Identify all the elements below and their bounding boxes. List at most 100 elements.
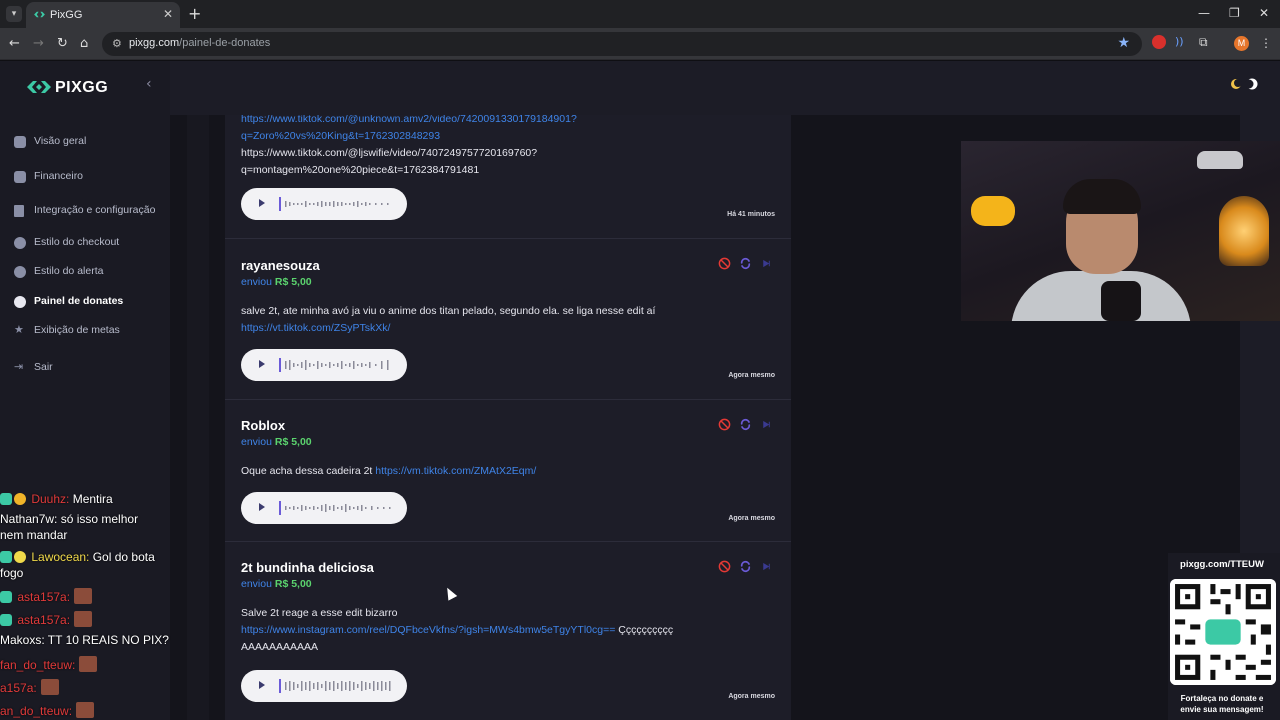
- donation-link[interactable]: https://vm.tiktok.com/ZMAtX2Eqm/: [375, 465, 536, 477]
- donation-amount-line: enviou R$ 5,00: [241, 578, 312, 590]
- chat-badge-icon: [14, 493, 26, 505]
- sidebar-item-estilo-alerta[interactable]: Estilo do alerta: [14, 263, 164, 283]
- skip-icon[interactable]: [760, 257, 773, 270]
- block-icon[interactable]: [718, 257, 731, 270]
- donation-link[interactable]: https://www.tiktok.com/@unknown.amv2/vid…: [241, 115, 577, 125]
- forward-icon[interactable]: →: [33, 36, 44, 51]
- chat-text: só isso melhor: [57, 512, 139, 526]
- audio-waveform[interactable]: [279, 500, 395, 516]
- sidebar-item-label: Integração e configuração: [34, 204, 156, 216]
- donation-link[interactable]: q=Zoro%20vs%20King&t=1762302848293: [241, 130, 440, 142]
- microphone: [1101, 281, 1141, 321]
- palette-icon: [14, 237, 26, 249]
- chat-message: nem mandar: [0, 528, 67, 542]
- sidebar-item-painel-donates[interactable]: Painel de donates: [14, 293, 164, 313]
- shelf-car-model: [1197, 151, 1243, 169]
- block-icon[interactable]: [718, 418, 731, 431]
- url-field[interactable]: ⚙ pixgg.com/painel-de-donates ★: [102, 32, 1142, 56]
- webcam-lamp-left: [971, 196, 1015, 226]
- audio-waveform[interactable]: [279, 678, 395, 694]
- audio-player[interactable]: [241, 349, 407, 381]
- block-icon[interactable]: [718, 560, 731, 573]
- sidebar-item-financeiro[interactable]: Financeiro: [14, 168, 164, 188]
- reload-icon[interactable]: ↻: [57, 36, 68, 51]
- minimize-icon[interactable]: —: [1198, 6, 1210, 20]
- restore-icon[interactable]: ❐: [1229, 6, 1240, 20]
- audio-waveform[interactable]: [279, 357, 395, 373]
- donor-name: rayanesouza: [241, 258, 320, 273]
- theme-toggle-icon[interactable]: [1230, 77, 1258, 91]
- chat-text: Mentira: [69, 492, 113, 506]
- donation-message: https://www.tiktok.com/@unknown.amv2/vid…: [241, 115, 741, 179]
- donations-feed[interactable]: https://www.tiktok.com/@unknown.amv2/vid…: [225, 115, 791, 720]
- skip-icon[interactable]: [760, 418, 773, 431]
- play-icon[interactable]: [259, 681, 265, 689]
- settings-icon: [14, 205, 24, 217]
- top-bar: [170, 61, 1280, 115]
- donation-actions: [718, 560, 778, 574]
- play-icon[interactable]: [259, 503, 265, 511]
- audio-player[interactable]: [241, 670, 407, 702]
- chat-username: Duuhz:: [31, 492, 70, 506]
- donation-actions: [718, 257, 778, 271]
- sidebar-item-label: Financeiro: [34, 170, 84, 182]
- donation-message: Salve 2t reage a esse edit bizarro https…: [241, 605, 751, 656]
- replay-icon[interactable]: [739, 560, 752, 573]
- logo-text: PIXGG: [55, 79, 109, 96]
- donation-text: q=montagem%20one%20piece&t=1762384791481: [241, 164, 480, 176]
- address-bar-row: ← → ↻ ⌂ ⚙ pixgg.com/painel-de-donates ★: [0, 28, 1280, 60]
- qr-donate-panel: pixgg.com/TTEUW Fortaleça no donate e en…: [1168, 553, 1280, 720]
- browser-menu-icon[interactable]: ⋮: [1260, 36, 1272, 50]
- donation-actions: [718, 418, 778, 432]
- skip-icon[interactable]: [760, 560, 773, 573]
- chat-text: fogo: [0, 566, 24, 580]
- donation-time: Há 41 minutos: [727, 211, 775, 218]
- donation-amount: R$ 5,00: [274, 436, 312, 448]
- donation-link[interactable]: https://www.instagram.com/reel/DQFbceVkf…: [241, 624, 615, 636]
- donation-card: 2t bundinha deliciosa enviou R$ 5,00 Sal…: [225, 542, 791, 720]
- donation-link[interactable]: https://vt.tiktok.com/ZSyPTskXk/: [241, 322, 390, 334]
- donate-icon: [14, 296, 26, 308]
- sidebar-item-exibicao-metas[interactable]: ★ Exibição de metas: [14, 322, 164, 342]
- audio-waveform[interactable]: [279, 196, 395, 212]
- chat-emote-icon: [74, 588, 93, 604]
- sidebar-item-sair[interactable]: ⇥ Sair: [14, 359, 164, 379]
- audio-player[interactable]: [241, 188, 407, 220]
- chat-badge-icon: [0, 493, 12, 505]
- donation-card: rayanesouza enviou R$ 5,00 salve 2t, ate…: [225, 239, 791, 400]
- sidebar-item-label: Estilo do checkout: [34, 236, 120, 248]
- sidebar-item-integracao[interactable]: Integração e configuração: [14, 202, 164, 222]
- home-icon: [14, 136, 26, 148]
- donation-text: Çççççççççç: [615, 624, 674, 636]
- sidebar-item-visao-geral[interactable]: Visão geral: [14, 133, 164, 153]
- home-icon[interactable]: ⌂: [80, 36, 88, 51]
- tab-search-menu-icon[interactable]: ▾: [6, 6, 22, 22]
- extension-red-icon[interactable]: [1152, 35, 1166, 49]
- audio-player[interactable]: [241, 492, 407, 524]
- play-icon[interactable]: [259, 360, 265, 368]
- chat-message: asta157a:: [0, 611, 93, 627]
- site-info-icon[interactable]: ⚙: [112, 37, 122, 50]
- donation-time: Agora mesmo: [728, 515, 775, 522]
- replay-icon[interactable]: [739, 257, 752, 270]
- profile-avatar[interactable]: M: [1234, 36, 1249, 51]
- back-icon[interactable]: ←: [9, 36, 20, 51]
- tab-close-icon[interactable]: ✕: [163, 7, 173, 21]
- close-window-icon[interactable]: ✕: [1259, 6, 1269, 20]
- collapse-sidebar-icon[interactable]: ‹: [146, 76, 152, 92]
- donation-amount: R$ 5,00: [274, 276, 312, 288]
- sidebar-item-estilo-checkout[interactable]: Estilo do checkout: [14, 234, 164, 254]
- chat-emote-icon: [76, 702, 95, 718]
- donation-time: Agora mesmo: [728, 693, 775, 700]
- new-tab-icon[interactable]: +: [188, 4, 201, 23]
- extensions-puzzle-icon[interactable]: ⧉: [1199, 35, 1213, 49]
- donation-amount-line: enviou R$ 5,00: [241, 276, 312, 288]
- pixgg-logo[interactable]: PIXGG: [27, 77, 117, 97]
- tab-title: PixGG: [50, 9, 83, 21]
- bookmark-star-icon[interactable]: ★: [1117, 35, 1130, 51]
- chat-message: fan_do_tteuw:: [0, 656, 98, 672]
- browser-tab[interactable]: PixGG ✕: [26, 2, 180, 28]
- play-icon[interactable]: [259, 199, 265, 207]
- replay-icon[interactable]: [739, 418, 752, 431]
- extension-wave-icon[interactable]: )): [1175, 35, 1189, 49]
